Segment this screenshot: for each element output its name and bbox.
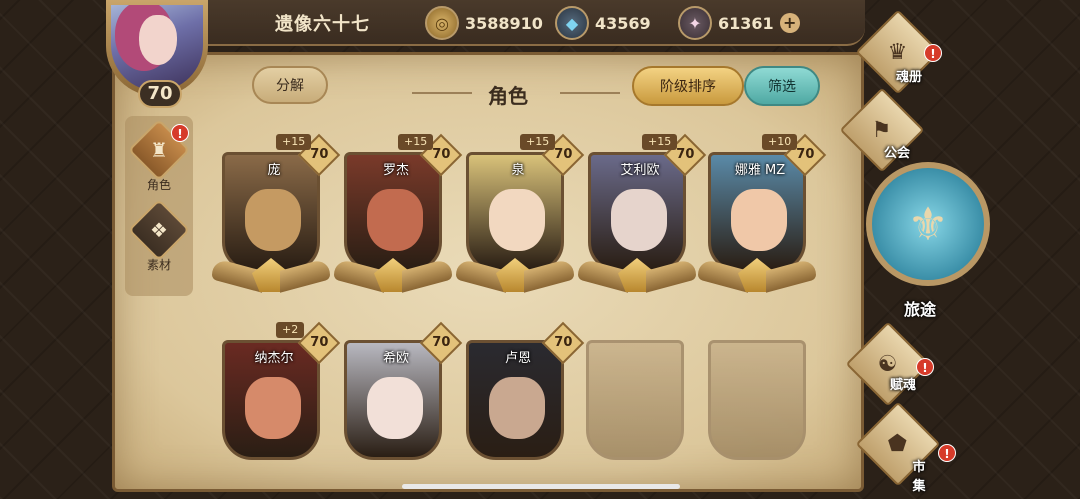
character-face (245, 189, 301, 251)
tab-characters[interactable]: ♜ 角色 ! (127, 118, 191, 193)
side-tab-bar: ♜ 角色 ! ❖ 素材 (125, 116, 193, 296)
character-name: 卢恩 (504, 351, 531, 366)
character-face (245, 377, 301, 439)
nav-soul-book-label: 魂册 (896, 70, 923, 85)
home-indicator[interactable] (402, 484, 680, 489)
gem-currency: ✦ 61361 + (678, 6, 800, 40)
character-name: 纳杰尔 (254, 351, 294, 366)
enhance-bonus-badge: +2 (276, 322, 305, 338)
character-name: 泉 (511, 163, 525, 178)
rank-crest-icon (334, 254, 452, 298)
nav-guild[interactable]: ⚑ 公会 (839, 87, 925, 173)
player-name: 遗像六十七 (275, 14, 370, 35)
character-portrait: 纳杰尔 (222, 340, 320, 460)
journey-icon: ⚜ (866, 162, 990, 286)
decompose-button[interactable]: 分解 (252, 66, 328, 104)
page-title: 角色 (488, 84, 528, 108)
enhance-bonus-badge: +15 (642, 134, 678, 150)
enhance-bonus-badge: +10 (762, 134, 798, 150)
character-name: 希欧 (382, 351, 409, 366)
rank-crest-icon (456, 254, 574, 298)
character-face (611, 189, 667, 251)
character-portrait: 希欧 (344, 340, 442, 460)
alert-badge: ! (916, 358, 934, 376)
top-bar: 遗像六十七 ◎ 3588910 ◆ 43569 ✦ 61361 + (150, 0, 865, 46)
alert-badge: ! (938, 444, 956, 462)
character-name: 罗杰 (382, 163, 409, 178)
nav-journey[interactable]: ⚜ 旅途 (866, 162, 996, 319)
player-level-badge: 70 (138, 80, 182, 108)
character-card[interactable]: 庞 70 +15 (212, 133, 341, 296)
locked-slot-art (586, 340, 684, 460)
character-face (367, 189, 423, 251)
alert-badge: ! (924, 44, 942, 62)
player-avatar-frame[interactable]: 70 (100, 0, 218, 108)
nav-market-label: 市集 (912, 460, 926, 494)
character-face (731, 189, 787, 251)
enhance-bonus-badge: +15 (398, 134, 434, 150)
character-card[interactable]: 纳杰尔 70 +2 (222, 321, 341, 484)
add-gem-button[interactable]: + (779, 13, 800, 33)
nav-market[interactable]: ⬟ 市集 ! (855, 401, 956, 494)
rank-crest-icon (212, 254, 330, 298)
gold-amount: 3588910 (465, 13, 543, 33)
alert-badge: ! (171, 124, 189, 142)
locked-slot-art (708, 340, 806, 460)
character-name: 庞 (267, 163, 281, 178)
character-card[interactable]: 艾利欧 70 +15 (578, 133, 707, 296)
nav-infuse[interactable]: ☯ 赋魂 ! (845, 321, 934, 407)
character-card[interactable]: 卢恩 70 (466, 321, 585, 484)
crystal-currency: ◆ 43569 (555, 6, 651, 40)
character-card[interactable]: 娜雅 MZ 70 +10 (698, 133, 827, 296)
gem-amount: 61361 (718, 13, 774, 33)
rank-crest-icon (698, 254, 816, 298)
character-face (367, 377, 423, 439)
rank-crest-icon (578, 254, 696, 298)
guild-icon: ⚑ (839, 87, 925, 173)
nav-infuse-label: 赋魂 (890, 378, 917, 393)
filter-button[interactable]: 筛选 (744, 66, 820, 106)
character-card[interactable]: 希欧 70 (344, 321, 463, 484)
sort-by-rank-button[interactable]: 阶级排序 (632, 66, 744, 106)
pink-gem-icon: ✦ (678, 6, 712, 40)
character-name: 娜雅 MZ (734, 163, 786, 178)
enhance-bonus-badge: +15 (276, 134, 312, 150)
character-face (489, 189, 545, 251)
character-portrait: 卢恩 (466, 340, 564, 460)
crystal-amount: 43569 (595, 13, 651, 33)
character-face (489, 377, 545, 439)
title-flourish-right (560, 92, 620, 94)
gold-coin-icon: ◎ (425, 6, 459, 40)
nav-guild-label: 公会 (884, 146, 911, 161)
character-card[interactable]: 泉 70 +15 (456, 133, 585, 296)
material-icon: ❖ (127, 198, 191, 262)
character-name: 艾利欧 (620, 163, 660, 178)
locked-character-slot[interactable] (708, 334, 818, 484)
locked-character-slot[interactable] (586, 334, 696, 484)
tab-materials[interactable]: ❖ 素材 (127, 198, 191, 273)
avatar (111, 5, 203, 91)
nav-soul-book[interactable]: ♛ 魂册 ! (855, 9, 942, 95)
enhance-bonus-badge: +15 (520, 134, 556, 150)
gold-currency: ◎ 3588910 (425, 6, 543, 40)
character-card[interactable]: 罗杰 70 +15 (334, 133, 463, 296)
blue-crystal-icon: ◆ (555, 6, 589, 40)
nav-journey-label: 旅途 (904, 300, 937, 319)
title-flourish-left (412, 92, 472, 94)
